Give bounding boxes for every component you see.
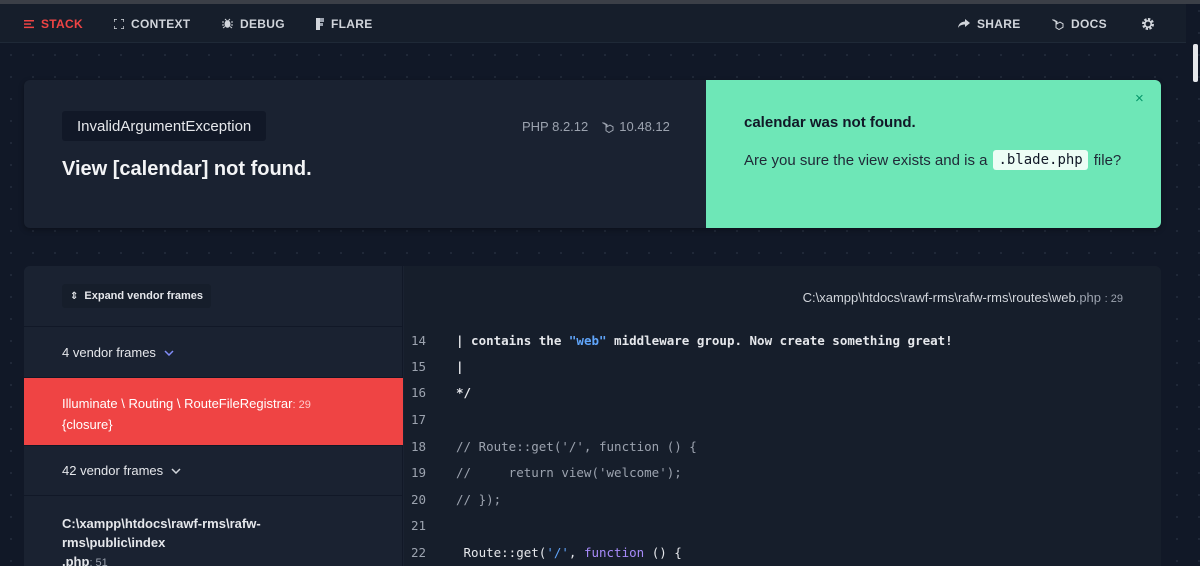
code-text: // Route::get('/', function () { <box>456 438 697 454</box>
code-text: Route::get( <box>456 544 547 560</box>
vendor-frames-count: 42 vendor frames <box>62 463 164 478</box>
line-number: 22 <box>411 544 427 560</box>
nav-context-label: CONTEXT <box>131 16 191 31</box>
close-icon[interactable]: × <box>1135 90 1144 107</box>
solution-title: calendar was not found. <box>744 114 916 131</box>
code-text: | <box>456 358 464 374</box>
gear-icon <box>1142 17 1154 30</box>
expand-vendor-frames-button[interactable]: ⇕ Expand vendor frames <box>62 284 211 308</box>
code-line: 18 // Route::get('/', function () { <box>404 433 1161 459</box>
frame-active[interactable]: Illuminate \ Routing \ RouteFileRegistra… <box>24 377 403 445</box>
expand-icon: ⇕ <box>70 290 79 302</box>
chevron-down-icon <box>171 467 181 474</box>
nav-debug[interactable]: DEBUG <box>222 4 285 43</box>
solution-description: Are you sure the view exists and is a .b… <box>744 150 1121 170</box>
exception-message: View [calendar] not found. <box>62 158 312 180</box>
error-card: InvalidArgumentException View [calendar]… <box>24 80 1161 228</box>
frame-class-line: Illuminate \ Routing \ RouteFileRegistra… <box>62 394 311 415</box>
file-path-name: C:\xampp\htdocs\rawf-rms\rafw-rms\routes… <box>802 290 1076 305</box>
line-number: 20 <box>411 491 427 507</box>
code-text: // return view('welcome'); <box>456 464 682 480</box>
line-number: 17 <box>411 411 427 427</box>
nav-flare-label: FLARE <box>331 16 373 31</box>
code-line: 20 // }); <box>404 486 1161 512</box>
code-line: 16 */ <box>404 379 1161 405</box>
code-string: '/' <box>546 544 569 560</box>
flare-icon <box>316 17 324 30</box>
nav-stack[interactable]: STACK <box>24 4 83 43</box>
line-number: 21 <box>411 517 427 533</box>
vendor-frames-count: 4 vendor frames <box>62 345 156 360</box>
code-viewer: C:\xampp\htdocs\rawf-rms\rafw-rms\routes… <box>404 266 1161 566</box>
laravel-icon <box>1052 19 1064 30</box>
solution-text-after: file? <box>1093 151 1122 169</box>
laravel-version: 10.48.12 <box>619 119 670 134</box>
nav-share[interactable]: SHARE <box>958 4 1021 43</box>
solution-text-before: Are you sure the view exists and is a <box>744 151 988 169</box>
frame-line-number: : 29 <box>292 399 311 411</box>
code-line: 15 | <box>404 353 1161 379</box>
code-line: 19 // return view('welcome'); <box>404 459 1161 485</box>
share-icon <box>958 18 970 28</box>
line-number: 19 <box>411 464 427 480</box>
code-text: , <box>568 544 584 560</box>
version-info: PHP 8.2.12 10.48.12 <box>522 119 670 134</box>
code-text: middleware group. Now create something g… <box>606 332 953 348</box>
app-frame-path-1: C:\xampp\htdocs\rawf-rms\rafw- <box>62 516 261 531</box>
chevron-down-icon <box>164 349 174 356</box>
scrollbar-thumb[interactable] <box>1193 44 1198 82</box>
solution-code: .blade.php <box>993 150 1088 170</box>
nav-flare[interactable]: FLARE <box>316 4 373 43</box>
solution-panel: × calendar was not found. Are you sure t… <box>706 80 1161 228</box>
vendor-frames-group-2[interactable]: 42 vendor frames <box>24 445 403 495</box>
code-line: 17 <box>404 406 1161 432</box>
line-number: 18 <box>411 438 427 454</box>
code-keyword: function <box>583 544 645 560</box>
code-text: () { <box>644 544 682 560</box>
app-frame[interactable]: C:\xampp\htdocs\rawf-rms\rafw- rms\publi… <box>24 495 403 566</box>
laravel-icon <box>602 122 614 133</box>
line-number: 14 <box>411 332 427 348</box>
code-line: 21 <box>404 512 1161 538</box>
bug-icon <box>222 18 233 29</box>
expand-vendor-label: Expand vendor frames <box>84 290 203 302</box>
code-text: // }); <box>456 491 502 507</box>
nav-share-label: SHARE <box>977 16 1021 31</box>
php-version: PHP 8.2.12 <box>522 119 589 134</box>
top-nav: STACK CONTEXT DEBUG FLARE SHARE DOCS <box>0 4 1186 43</box>
line-number: 15 <box>411 358 427 374</box>
code-text: | contains the <box>456 332 569 348</box>
code-string: "web" <box>568 332 607 348</box>
nav-docs-label: DOCS <box>1071 16 1107 31</box>
vendor-frames-group-1[interactable]: 4 vendor frames <box>24 326 403 377</box>
frame-method: {closure} <box>62 417 113 432</box>
nav-docs[interactable]: DOCS <box>1052 4 1107 43</box>
stack-icon <box>24 19 34 28</box>
nav-debug-label: DEBUG <box>240 16 285 31</box>
file-ext: .php <box>1075 290 1102 305</box>
file-line-number: : 29 <box>1104 293 1123 305</box>
frame-class: Illuminate \ Routing \ RouteFileRegistra… <box>62 396 293 411</box>
code-line: 14 | contains the "web" middleware group… <box>404 327 1161 353</box>
settings-button[interactable] <box>1141 4 1162 43</box>
app-frame-path-3: .php <box>62 554 90 566</box>
frames-panel: ⇕ Expand vendor frames 4 vendor frames I… <box>24 266 403 566</box>
file-path[interactable]: C:\xampp\htdocs\rawf-rms\rafw-rms\routes… <box>803 290 1123 305</box>
stack-trace-card: ⇕ Expand vendor frames 4 vendor frames I… <box>24 266 1161 566</box>
app-frame-line: : 51 <box>89 557 108 566</box>
code-text: */ <box>456 384 472 400</box>
code-line: 22 Route::get('/', function () { <box>404 539 1161 565</box>
exception-class: InvalidArgumentException <box>62 111 267 141</box>
context-icon <box>114 18 124 29</box>
nav-stack-label: STACK <box>41 16 83 31</box>
nav-context[interactable]: CONTEXT <box>114 4 190 43</box>
line-number: 16 <box>411 384 427 400</box>
app-frame-path-2: rms\public\index <box>62 535 166 550</box>
